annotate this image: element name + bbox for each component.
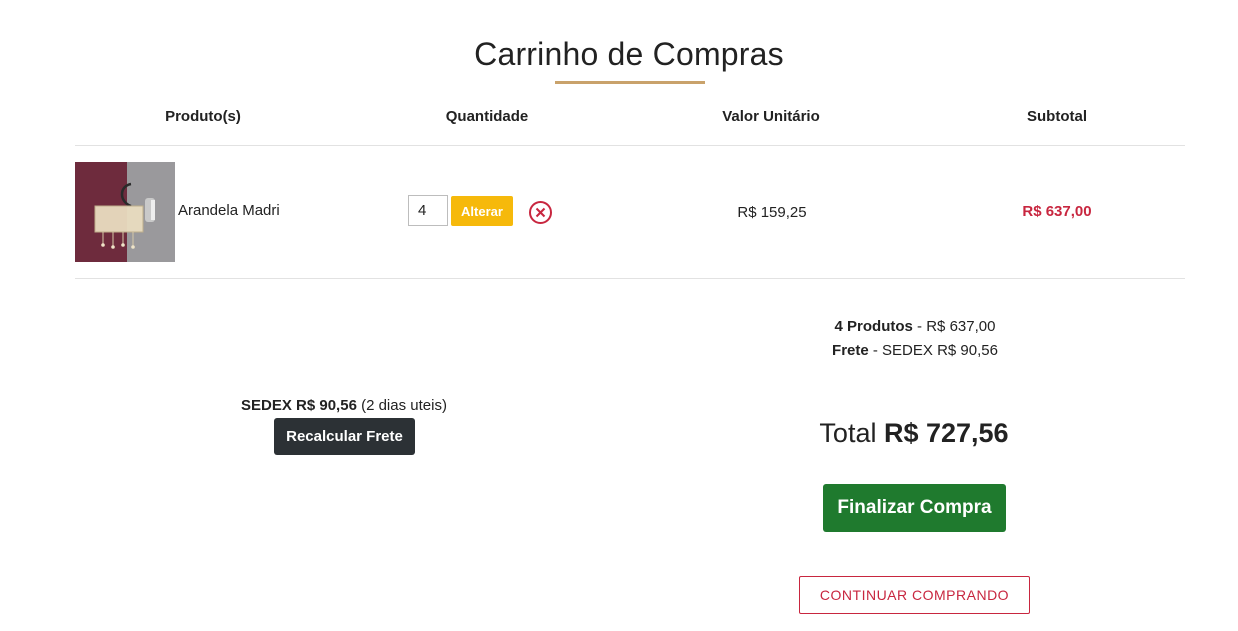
divider: [75, 145, 1185, 146]
title-underline: [555, 81, 705, 84]
cart-table-header: Produto(s) Quantidade Valor Unitário Sub…: [75, 108, 1185, 128]
shipping-delivery-time: (2 dias uteis): [356, 397, 447, 414]
divider: [75, 278, 1185, 279]
summary-products-label: 4 Produtos: [834, 318, 913, 335]
remove-item-icon[interactable]: [528, 200, 553, 225]
summary-shipping-label: Frete: [832, 342, 869, 359]
total-value: R$ 727,56: [883, 418, 1009, 448]
summary-products: 4 Produtos - R$ 637,00: [815, 318, 1015, 335]
header-quantidade: Quantidade: [445, 108, 529, 125]
unit-price: R$ 159,25: [737, 204, 807, 221]
header-produtos: Produto(s): [165, 108, 241, 125]
header-subtotal: Subtotal: [1027, 108, 1087, 125]
shipping-info: SEDEX R$ 90,56 (2 dias uteis): [194, 397, 494, 414]
summary-shipping: Frete - SEDEX R$ 90,56: [815, 342, 1015, 359]
item-subtotal: R$ 637,00: [1022, 203, 1092, 220]
product-image[interactable]: [75, 162, 175, 262]
finalize-purchase-button[interactable]: Finalizar Compra: [823, 484, 1006, 532]
alter-quantity-button[interactable]: Alterar: [451, 196, 513, 226]
cart-total: Total R$ 727,56: [764, 418, 1064, 449]
shipping-method: SEDEX R$ 90,56: [241, 397, 357, 414]
summary-products-value: - R$ 637,00: [912, 318, 996, 335]
total-label: Total: [819, 418, 884, 448]
product-name[interactable]: Arandela Madri: [178, 202, 280, 219]
continue-shopping-button[interactable]: CONTINUAR COMPRANDO: [799, 576, 1030, 614]
summary-shipping-value: - SEDEX R$ 90,56: [868, 342, 998, 359]
lamp-icon: [75, 162, 175, 262]
header-valor-unitario: Valor Unitário: [722, 108, 820, 125]
page-title: Carrinho de Compras: [474, 36, 784, 72]
quantity-input[interactable]: [408, 195, 448, 226]
recalculate-shipping-button[interactable]: Recalcular Frete: [274, 418, 415, 455]
